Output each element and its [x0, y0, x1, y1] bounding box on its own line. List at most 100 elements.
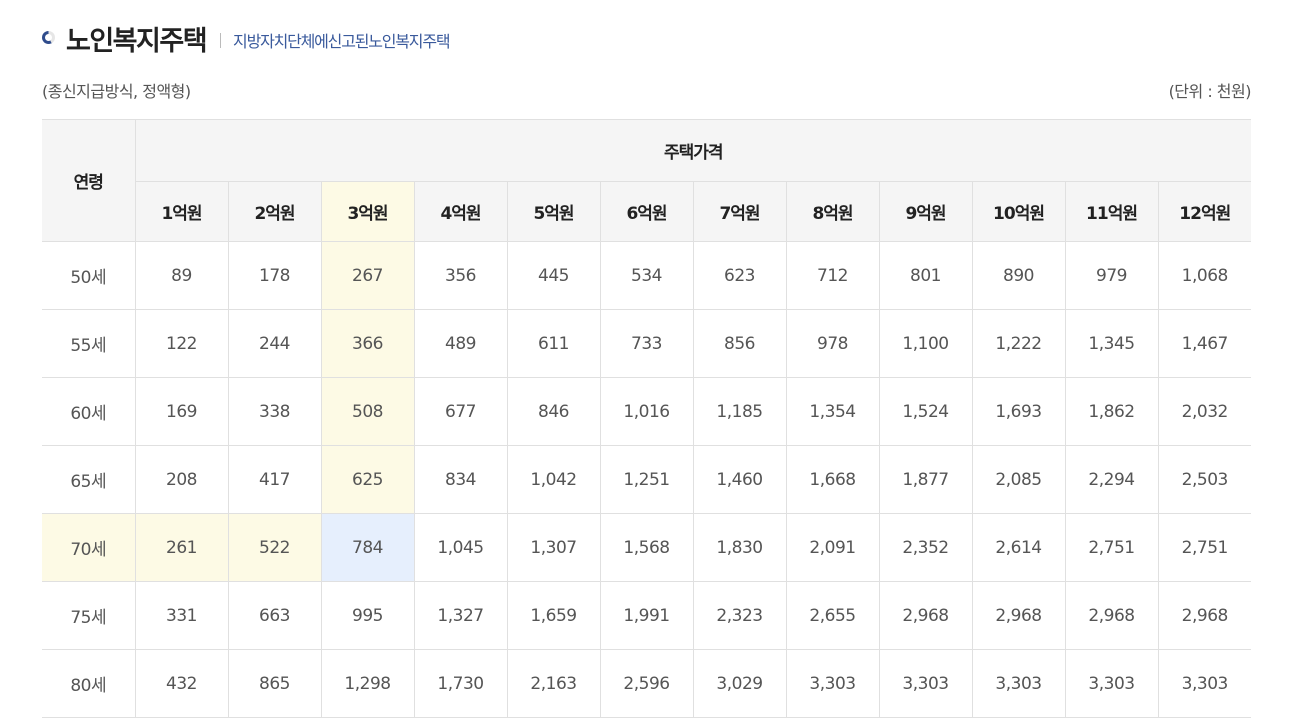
value-cell: 784: [320, 513, 415, 582]
table-row: 60세 169 338 508 677 846 1,016 1,185 1,354 1,524 1,…: [42, 377, 1251, 446]
value-cell: 1,016: [599, 377, 694, 446]
value-cell: 1,524: [878, 377, 973, 446]
price-column-header: 11억원: [1064, 181, 1159, 242]
value-cell: 890: [971, 241, 1066, 310]
value-cell: 3,029: [692, 649, 787, 718]
value-cell: 178: [227, 241, 322, 310]
value-cell: 534: [599, 241, 694, 310]
price-column-header: 9억원: [878, 181, 973, 242]
value-cell: 2,085: [971, 445, 1066, 514]
value-cell: 733: [599, 309, 694, 378]
price-column-header: 10억원: [971, 181, 1066, 242]
value-cell: 489: [413, 309, 508, 378]
price-column-header: 2억원: [227, 181, 322, 242]
value-cell: 1,251: [599, 445, 694, 514]
page-header: 노인복지주택 지방자치단체에신고된노인복지주택: [42, 18, 451, 58]
value-cell: 261: [134, 513, 229, 582]
value-cell: 169: [134, 377, 229, 446]
value-cell: 801: [878, 241, 973, 310]
unit-note: (단위 : 천원): [1168, 82, 1252, 101]
value-cell: 1,862: [1064, 377, 1159, 446]
title-divider: [220, 32, 222, 48]
price-column-header: 1억원: [135, 181, 229, 242]
value-cell: 834: [413, 445, 508, 514]
pension-table: 연령 주택가격 1억원 2억원 3억원 4억원 5억원 6억원 7억원 8억원 9억원 10억원 1…: [42, 119, 1251, 718]
table-meta: (종신지급방식, 정액형) (단위 : 천원): [42, 78, 1252, 102]
age-cell: 65세: [42, 445, 136, 514]
value-cell: 1,668: [785, 445, 880, 514]
value-cell: 611: [506, 309, 601, 378]
value-cell: 2,091: [785, 513, 880, 582]
value-cell: 1,307: [506, 513, 601, 582]
value-cell: 1,222: [971, 309, 1066, 378]
value-cell: 2,596: [599, 649, 694, 718]
title-bullet-icon: [42, 30, 55, 44]
value-cell: 1,185: [692, 377, 787, 446]
value-cell: 366: [320, 309, 415, 378]
value-cell: 712: [785, 241, 880, 310]
value-cell: 1,568: [599, 513, 694, 582]
value-cell: 2,323: [692, 581, 787, 650]
value-cell: 3,303: [1064, 649, 1159, 718]
value-cell: 623: [692, 241, 787, 310]
value-cell: 1,877: [878, 445, 973, 514]
value-cell: 1,354: [785, 377, 880, 446]
value-cell: 1,460: [692, 445, 787, 514]
price-column-header: 6억원: [599, 181, 694, 242]
value-cell: 677: [413, 377, 508, 446]
value-cell: 2,751: [1157, 513, 1251, 582]
value-cell: 1,659: [506, 581, 601, 650]
house-price-header: 주택가격: [134, 119, 1251, 182]
page-subtitle: 지방자치단체에신고된노인복지주택: [233, 32, 451, 51]
table-row: 75세 331 663 995 1,327 1,659 1,991 2,323 2,655 2,9…: [42, 581, 1251, 650]
value-cell: 3,303: [971, 649, 1066, 718]
value-cell: 89: [134, 241, 229, 310]
value-cell: 208: [134, 445, 229, 514]
value-cell: 508: [320, 377, 415, 446]
table-row: 65세 208 417 625 834 1,042 1,251 1,460 1,668 1,877…: [42, 445, 1251, 514]
value-cell: 1,467: [1157, 309, 1251, 378]
value-cell: 1,327: [413, 581, 508, 650]
value-cell: 846: [506, 377, 601, 446]
value-cell: 417: [227, 445, 322, 514]
value-cell: 3,303: [878, 649, 973, 718]
price-column-header: 5억원: [506, 181, 601, 242]
value-cell: 1,042: [506, 445, 601, 514]
value-cell: 1,693: [971, 377, 1066, 446]
value-cell: 445: [506, 241, 601, 310]
value-cell: 3,303: [785, 649, 880, 718]
value-cell: 3,303: [1157, 649, 1251, 718]
value-cell: 1,298: [320, 649, 415, 718]
page-title: 노인복지주택: [66, 25, 208, 57]
value-cell: 1,100: [878, 309, 973, 378]
value-cell: 2,503: [1157, 445, 1251, 514]
value-cell: 432: [134, 649, 229, 718]
value-cell: 1,730: [413, 649, 508, 718]
value-cell: 2,163: [506, 649, 601, 718]
value-cell: 122: [134, 309, 229, 378]
table-row: 80세 432 865 1,298 1,730 2,163 2,596 3,029 3,303 3…: [42, 649, 1251, 718]
age-cell: 70세: [42, 513, 136, 582]
age-cell: 55세: [42, 309, 136, 378]
value-cell: 2,294: [1064, 445, 1159, 514]
value-cell: 663: [227, 581, 322, 650]
value-cell: 2,968: [971, 581, 1066, 650]
value-cell: 1,830: [692, 513, 787, 582]
table-row: 70세 261 522 784 1,045 1,307 1,568 1,830 2,091 2,3…: [42, 513, 1251, 582]
value-cell: 995: [320, 581, 415, 650]
value-cell: 865: [227, 649, 322, 718]
price-column-header: 12억원: [1157, 181, 1251, 242]
value-cell: 338: [227, 377, 322, 446]
age-cell: 60세: [42, 377, 136, 446]
price-column-header: 7억원: [692, 181, 787, 242]
price-column-header: 3억원: [320, 181, 415, 242]
value-cell: 2,352: [878, 513, 973, 582]
value-cell: 331: [134, 581, 229, 650]
age-header: 연령: [42, 119, 136, 242]
value-cell: 1,068: [1157, 241, 1251, 310]
value-cell: 2,751: [1064, 513, 1159, 582]
value-cell: 244: [227, 309, 322, 378]
value-cell: 625: [320, 445, 415, 514]
value-cell: 2,968: [878, 581, 973, 650]
value-cell: 522: [227, 513, 322, 582]
